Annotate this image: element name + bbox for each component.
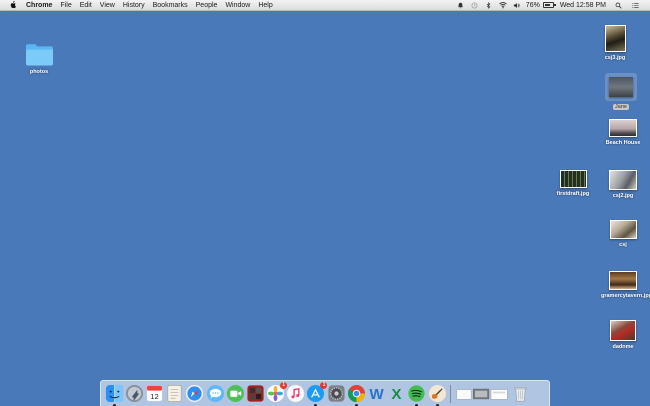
image-thumbnail: [559, 170, 587, 188]
itunes-icon[interactable]: [286, 384, 305, 403]
desktop-label: Jane: [613, 104, 629, 110]
volume-icon[interactable]: [513, 1, 521, 9]
desktop-label: firstdraft.jpg: [556, 191, 590, 197]
folder-icon: [25, 44, 53, 66]
photos-icon[interactable]: 1: [266, 382, 288, 403]
svg-text:X: X: [392, 386, 402, 403]
facetime-icon[interactable]: [226, 384, 245, 403]
spotify-icon[interactable]: [407, 384, 426, 406]
calendar-day-label: 12: [150, 392, 158, 401]
trash-icon[interactable]: [511, 384, 530, 403]
desktop-label: csj3.jpg: [604, 55, 626, 61]
desktop-file-csj[interactable]: csj: [601, 220, 645, 248]
messages-icon[interactable]: [206, 384, 225, 403]
image-thumbnail: [610, 320, 636, 341]
bluetooth-icon[interactable]: [485, 1, 493, 9]
notification-center-icon[interactable]: [631, 1, 639, 9]
wifi-icon[interactable]: [499, 1, 507, 9]
menu-clock[interactable]: Wed 12:58 PM: [560, 2, 606, 9]
photo-booth-icon[interactable]: [246, 384, 265, 403]
desktop-label: csj2.jpg: [612, 193, 634, 199]
safari-icon[interactable]: [185, 384, 204, 403]
garageband-icon[interactable]: [428, 384, 447, 406]
spotlight-search-icon[interactable]: [614, 1, 622, 9]
desktop-file-firstdraft[interactable]: firstdraft.jpg: [551, 170, 595, 197]
finder-icon[interactable]: [105, 384, 124, 406]
menu-app-name[interactable]: Chrome: [24, 0, 56, 11]
desktop-file-gramercy[interactable]: gramercytavern.jpg: [601, 271, 650, 299]
contacts-icon[interactable]: [165, 384, 184, 403]
menu-history[interactable]: History: [119, 0, 149, 11]
menu-bar: Chrome File Edit View History Bookmarks …: [0, 0, 650, 11]
selection-highlight: [605, 73, 637, 101]
desktop-label: photos: [29, 69, 49, 75]
time-machine-icon[interactable]: [471, 1, 479, 9]
menu-file[interactable]: File: [56, 0, 75, 11]
menu-edit[interactable]: Edit: [76, 0, 96, 11]
excel-icon[interactable]: X: [387, 384, 406, 403]
image-thumbnail: [609, 170, 637, 190]
image-thumbnail: [609, 220, 637, 239]
desktop-folder-photos[interactable]: photos: [17, 43, 61, 75]
menu-bookmarks[interactable]: Bookmarks: [149, 0, 192, 11]
menu-view[interactable]: View: [96, 0, 119, 11]
desktop-file-beach-house[interactable]: Beach House: [601, 119, 645, 146]
desktop-file-dadnme[interactable]: dadnme: [601, 320, 645, 350]
desktop-label: dadnme: [612, 344, 634, 350]
apple-menu-icon[interactable]: [8, 0, 18, 10]
desktop-label: Beach House: [605, 140, 641, 146]
battery-icon[interactable]: [542, 2, 556, 8]
system-preferences-icon[interactable]: [327, 384, 346, 403]
image-thumbnail: [609, 119, 637, 137]
desktop-label: csj: [619, 242, 627, 248]
menu-help[interactable]: Help: [254, 0, 276, 11]
desktop-file-csj2[interactable]: csj2.jpg: [601, 170, 645, 199]
downloads-stack-icon[interactable]: [455, 384, 510, 403]
word-icon[interactable]: W: [367, 384, 386, 403]
svg-text:W: W: [369, 386, 384, 403]
chrome-icon[interactable]: [347, 384, 366, 406]
app-store-icon[interactable]: 1: [306, 382, 328, 406]
calendar-icon[interactable]: 12: [145, 384, 164, 403]
image-thumbnail: [604, 25, 626, 52]
dock-separator: [450, 384, 452, 403]
desktop-file-jane[interactable]: Jane: [599, 73, 643, 110]
battery-percent: 76%: [525, 1, 540, 9]
menu-window[interactable]: Window: [221, 0, 254, 11]
desktop-label: gramercytavern.jpg: [601, 293, 650, 299]
image-thumbnail: [609, 271, 637, 290]
desktop-file-csj3[interactable]: csj3.jpg: [593, 25, 637, 61]
image-thumbnail: [609, 77, 633, 97]
notification-bell-icon[interactable]: [457, 1, 465, 9]
menu-people[interactable]: People: [192, 0, 222, 11]
dock: 12 1 1 W X: [100, 380, 550, 406]
launchpad-icon[interactable]: [125, 384, 144, 403]
